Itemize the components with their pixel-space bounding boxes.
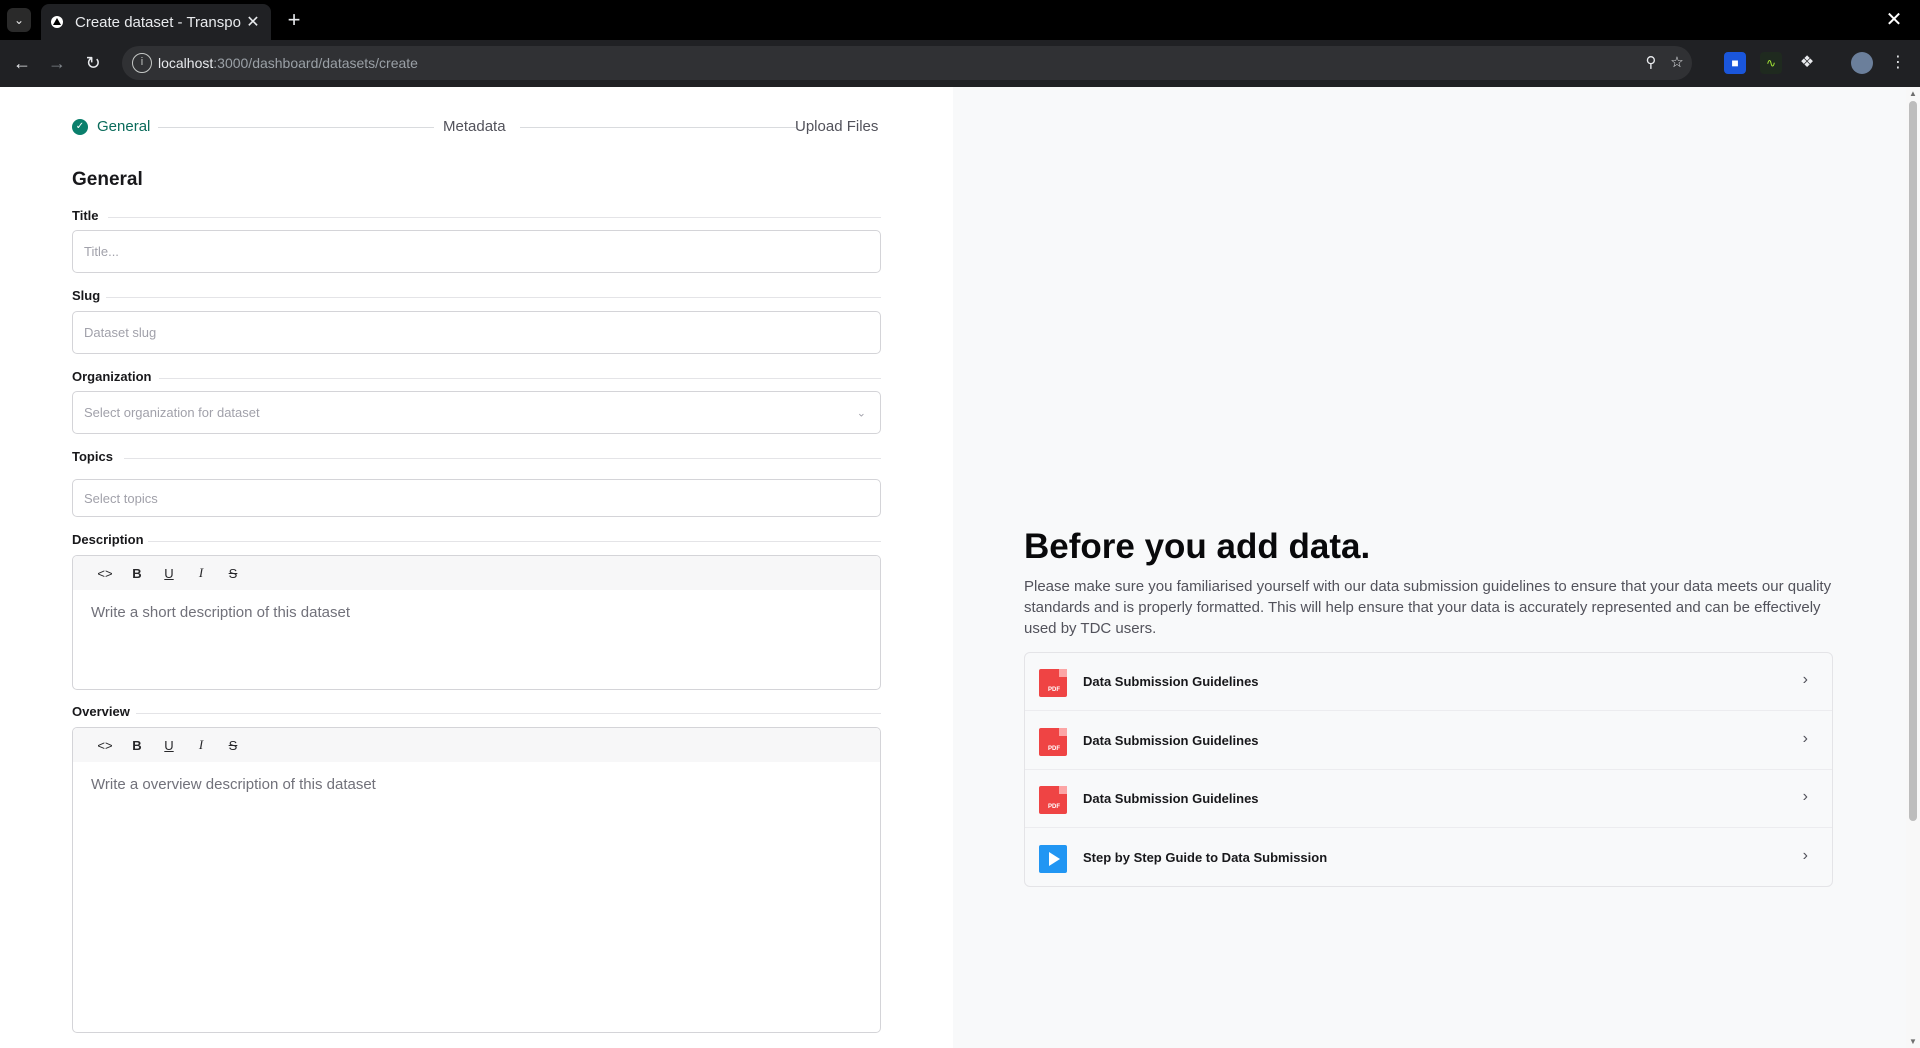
chevron-right-icon: › (1802, 788, 1808, 805)
extension-shield-icon[interactable]: ■ (1724, 52, 1746, 74)
divider (108, 217, 881, 218)
slug-input[interactable]: Dataset slug (72, 311, 881, 354)
resource-item[interactable]: Data Submission Guidelines › (1025, 653, 1832, 711)
italic-icon[interactable]: I (185, 737, 217, 753)
reload-icon[interactable]: ↻ (80, 50, 106, 76)
scroll-up-icon[interactable]: ▲ (1908, 89, 1918, 98)
close-window-icon[interactable]: ✕ (1880, 6, 1908, 34)
tab-search-icon[interactable]: ⌄ (7, 8, 31, 32)
pdf-icon (1039, 786, 1067, 814)
chevron-right-icon: › (1802, 671, 1808, 688)
browser-menu-icon[interactable]: ⋮ (1887, 52, 1909, 74)
underline-icon[interactable]: U (153, 738, 185, 753)
site-info-icon[interactable]: i (132, 53, 152, 73)
resource-item[interactable]: Step by Step Guide to Data Submission › (1025, 829, 1832, 887)
title-label: Title (72, 208, 99, 223)
bold-icon[interactable]: B (121, 738, 153, 753)
profile-avatar-icon[interactable] (1851, 52, 1873, 74)
extensions-puzzle-icon[interactable]: ❖ (1796, 52, 1818, 74)
pdf-icon (1039, 669, 1067, 697)
topics-label: Topics (72, 449, 113, 464)
divider (124, 458, 881, 459)
section-title: General (72, 169, 143, 190)
resource-label: Step by Step Guide to Data Submission (1083, 850, 1328, 865)
step-general[interactable]: General (97, 118, 150, 135)
underline-icon[interactable]: U (153, 566, 185, 581)
editor-toolbar: <> B U I S (73, 728, 880, 762)
title-input[interactable]: Title... (72, 230, 881, 273)
panel-description: Please make sure you familiarised yourse… (1024, 578, 1832, 637)
page-scrollbar[interactable]: ▲ ▼ (1906, 87, 1920, 1048)
overview-label: Overview (72, 704, 130, 719)
bold-icon[interactable]: B (121, 566, 153, 581)
divider (148, 541, 881, 542)
divider (106, 297, 881, 298)
pdf-icon (1039, 728, 1067, 756)
back-icon[interactable]: ← (9, 50, 35, 76)
description-textarea[interactable]: Write a short description of this datase… (73, 590, 880, 635)
divider (136, 713, 881, 714)
favicon-icon (51, 16, 63, 28)
description-editor[interactable]: <> B U I S Write a short description of … (72, 555, 881, 690)
step-connector (520, 127, 796, 128)
browser-tab[interactable]: Create dataset - Transpo ✕ (41, 4, 271, 40)
stepper: ✓ General Metadata Upload Files (72, 117, 881, 137)
create-dataset-form: ✓ General Metadata Upload Files General … (0, 87, 953, 1048)
guidelines-panel: Before you add data. Please make sure yo… (953, 87, 1906, 1048)
scroll-down-icon[interactable]: ▼ (1908, 1037, 1918, 1046)
check-circle-icon: ✓ (72, 119, 88, 135)
organization-select[interactable]: Select organization for dataset ⌄ (72, 391, 881, 434)
resource-item[interactable]: Data Submission Guidelines › (1025, 712, 1832, 770)
step-upload-files[interactable]: Upload Files (795, 118, 878, 135)
chevron-down-icon: ⌄ (856, 407, 866, 419)
overview-textarea[interactable]: Write a overview description of this dat… (73, 762, 880, 807)
resource-label: Data Submission Guidelines (1083, 791, 1259, 806)
panel-heading: Before you add data. (1024, 527, 1371, 566)
resource-item[interactable]: Data Submission Guidelines › (1025, 770, 1832, 828)
tab-title: Create dataset - Transpo (75, 13, 241, 31)
chevron-right-icon: › (1802, 730, 1808, 747)
scroll-thumb[interactable] (1909, 101, 1917, 821)
strikethrough-icon[interactable]: S (217, 566, 249, 581)
italic-icon[interactable]: I (185, 565, 217, 581)
address-bar[interactable]: i localhost:3000/dashboard/datasets/crea… (122, 46, 1692, 80)
editor-toolbar: <> B U I S (73, 556, 880, 590)
zoom-icon[interactable]: ⚲ (1640, 52, 1662, 74)
overview-editor[interactable]: <> B U I S Write a overview description … (72, 727, 881, 1033)
video-play-icon (1039, 845, 1067, 873)
description-label: Description (72, 532, 144, 547)
page-content: ✓ General Metadata Upload Files General … (0, 87, 1906, 1048)
new-tab-button[interactable]: + (280, 6, 308, 34)
chevron-right-icon: › (1802, 847, 1808, 864)
resource-label: Data Submission Guidelines (1083, 674, 1259, 689)
url-text: localhost:3000/dashboard/datasets/create (158, 55, 418, 71)
slug-label: Slug (72, 288, 101, 303)
topics-select[interactable]: Select topics (72, 479, 881, 517)
bookmark-star-icon[interactable]: ☆ (1666, 52, 1688, 74)
divider (159, 378, 881, 379)
browser-toolbar: ← → ↻ i localhost:3000/dashboard/dataset… (0, 40, 1920, 87)
strikethrough-icon[interactable]: S (217, 738, 249, 753)
step-metadata[interactable]: Metadata (443, 118, 506, 135)
extension-chart-icon[interactable]: ∿ (1760, 52, 1782, 74)
forward-icon[interactable]: → (44, 50, 70, 76)
code-icon[interactable]: <> (89, 566, 121, 581)
resource-label: Data Submission Guidelines (1083, 733, 1259, 748)
code-icon[interactable]: <> (89, 738, 121, 753)
step-connector (158, 127, 434, 128)
close-tab-icon[interactable]: ✕ (241, 12, 265, 32)
organization-label: Organization (72, 369, 152, 384)
organization-placeholder: Select organization for dataset (84, 405, 260, 420)
resource-list: Data Submission Guidelines › Data Submis… (1024, 652, 1833, 887)
browser-tab-bar: ⌄ Create dataset - Transpo ✕ + ✕ (0, 0, 1920, 40)
